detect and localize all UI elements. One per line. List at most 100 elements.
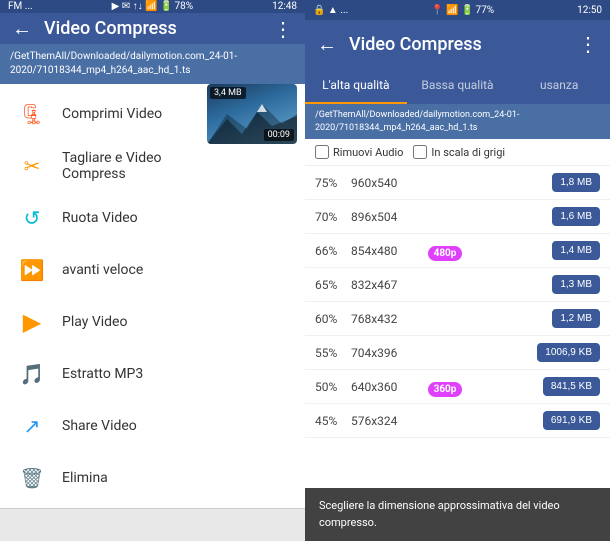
time-left: 12:48: [272, 1, 297, 12]
quality-size-button[interactable]: 691,9 KB: [543, 411, 600, 430]
status-bar-left: FM ... ▶ ✉ ↑↓ 📶 🔋 78% 12:48: [0, 0, 305, 13]
quality-res: 960x540: [351, 176, 421, 190]
quality-res: 576x324: [351, 414, 421, 428]
ad-area-left: [0, 508, 305, 541]
quality-size-button[interactable]: 1,8 MB: [552, 173, 600, 192]
grayscale-checkbox[interactable]: [413, 145, 427, 159]
back-button-right[interactable]: ←: [317, 32, 337, 57]
menu-item-compress[interactable]: 🗜 Comprimi Video 3,4 MB 00:09: [0, 88, 305, 140]
toolbar-left: ← Video Compress ⋮: [0, 13, 305, 44]
title-right: Video Compress: [349, 34, 578, 55]
quality-size-button[interactable]: 1,3 MB: [552, 275, 600, 294]
tab-bassa-qualita[interactable]: Bassa qualità: [407, 68, 509, 104]
toolbar-right: ← Video Compress ⋮: [305, 20, 610, 68]
quality-size-button[interactable]: 841,5 KB: [543, 377, 600, 396]
quality-pct: 50%: [315, 380, 345, 394]
fast-icon: ⏩: [16, 254, 48, 286]
cut-icon: ✂: [16, 150, 48, 182]
rotate-label: Ruota Video: [62, 210, 138, 226]
mp3-label: Estratto MP3: [62, 366, 143, 382]
share-icon: ↗: [16, 410, 48, 442]
play-icon: ▶: [16, 306, 48, 338]
battery-right: 77%: [476, 5, 495, 16]
options-row: Rimuovi Audio In scala di grigi: [305, 139, 610, 166]
signal-right: 📍 📶 🔋: [431, 5, 473, 16]
rotate-icon: ↺: [16, 202, 48, 234]
remove-audio-option[interactable]: Rimuovi Audio: [315, 145, 403, 159]
quality-res: 896x504: [351, 210, 421, 224]
quality-row[interactable]: 45% 576x324 691,9 KB: [305, 404, 610, 438]
quality-size-button[interactable]: 1,6 MB: [552, 207, 600, 226]
menu-item-mp3[interactable]: 🎵 Estratto MP3: [0, 348, 305, 400]
video-thumbnail: 3,4 MB 00:09: [207, 84, 297, 144]
delete-icon: 🗑: [16, 462, 48, 494]
quality-row[interactable]: 55% 704x396 1006,9 KB: [305, 336, 610, 370]
more-button-right[interactable]: ⋮: [578, 32, 598, 56]
menu-item-cut[interactable]: ✂ Tagliare e VideoCompress: [0, 140, 305, 192]
quality-row[interactable]: 60% 768x432 1,2 MB: [305, 302, 610, 336]
signal-icon: ▶ ✉ ↑↓ 📶 🔋: [112, 1, 173, 12]
menu-item-share[interactable]: ↗ Share Video: [0, 400, 305, 452]
quality-pct: 66%: [315, 244, 345, 258]
quality-pct: 65%: [315, 278, 345, 292]
quality-res: 768x432: [351, 312, 421, 326]
video-size-badge: 3,4 MB: [210, 87, 246, 99]
status-bar-right: 🔒 ▲ ... 📍 📶 🔋 77% 12:50: [305, 0, 610, 20]
carrier-left: FM ...: [8, 1, 33, 12]
status-icons-left: ▶ ✉ ↑↓ 📶 🔋 78%: [112, 1, 193, 12]
battery-left: 78%: [175, 1, 194, 12]
quality-row[interactable]: 70% 896x504 1,6 MB: [305, 200, 610, 234]
quality-size-button[interactable]: 1,4 MB: [552, 241, 600, 260]
grayscale-option[interactable]: In scala di grigi: [413, 145, 505, 159]
quality-badge: 360p: [427, 377, 463, 396]
quality-pct: 45%: [315, 414, 345, 428]
quality-res: 854x480: [351, 244, 421, 258]
quality-pct: 70%: [315, 210, 345, 224]
more-button-left[interactable]: ⋮: [273, 17, 293, 41]
quality-badge: 480p: [427, 241, 463, 260]
fast-label: avanti veloce: [62, 262, 143, 278]
menu-item-fast[interactable]: ⏩ avanti veloce: [0, 244, 305, 296]
icons-right-left: 🔒 ▲ ...: [313, 5, 348, 16]
delete-label: Elimina: [62, 470, 108, 486]
quality-pct: 55%: [315, 346, 345, 360]
status-icons-right: 📍 📶 🔋 77%: [431, 5, 494, 16]
back-button-left[interactable]: ←: [12, 16, 32, 41]
menu-list: 🗜 Comprimi Video 3,4 MB 00:09: [0, 84, 305, 508]
time-right: 12:50: [577, 5, 602, 16]
menu-item-rotate[interactable]: ↺ Ruota Video: [0, 192, 305, 244]
tooltip-bar: Scegliere la dimensione approssimativa d…: [305, 488, 610, 541]
quality-pct: 60%: [315, 312, 345, 326]
video-duration-badge: 00:09: [264, 129, 294, 141]
quality-pct: 75%: [315, 176, 345, 190]
remove-audio-checkbox[interactable]: [315, 145, 329, 159]
quality-size-button[interactable]: 1006,9 KB: [537, 343, 600, 362]
quality-row[interactable]: 75% 960x540 1,8 MB: [305, 166, 610, 200]
cut-label: Tagliare e VideoCompress: [62, 150, 162, 182]
quality-res: 704x396: [351, 346, 421, 360]
quality-res: 832x467: [351, 278, 421, 292]
menu-item-play[interactable]: ▶ Play Video: [0, 296, 305, 348]
tab-usanza[interactable]: usanza: [508, 68, 610, 104]
remove-audio-label: Rimuovi Audio: [333, 146, 403, 159]
right-panel: 🔒 ▲ ... 📍 📶 🔋 77% 12:50 ← Video Compress…: [305, 0, 610, 541]
menu-item-delete[interactable]: 🗑 Elimina: [0, 452, 305, 504]
quality-row[interactable]: 66% 854x480 480p 1,4 MB: [305, 234, 610, 268]
quality-row[interactable]: 65% 832x467 1,3 MB: [305, 268, 610, 302]
quality-row[interactable]: 50% 640x360 360p 841,5 KB: [305, 370, 610, 404]
quality-res: 640x360: [351, 380, 421, 394]
file-path-left: /GetThemAll/Downloaded/dailymotion.com_2…: [0, 44, 305, 84]
mp3-icon: 🎵: [16, 358, 48, 390]
play-label: Play Video: [62, 314, 127, 330]
share-label: Share Video: [62, 418, 137, 434]
quality-list: 75% 960x540 1,8 MB 70% 896x504 1,6 MB 66% 854x4…: [305, 166, 610, 488]
quality-size-button[interactable]: 1,2 MB: [552, 309, 600, 328]
left-panel: FM ... ▶ ✉ ↑↓ 📶 🔋 78% 12:48 ← Video Comp…: [0, 0, 305, 541]
title-left: Video Compress: [44, 18, 273, 39]
grayscale-label: In scala di grigi: [431, 146, 505, 159]
tabs: L'alta qualità Bassa qualità usanza: [305, 68, 610, 104]
compress-icon: 🗜: [16, 98, 48, 130]
tab-alta-qualita[interactable]: L'alta qualità: [305, 68, 407, 104]
file-path-right: /GetThemAll/Downloaded/dailymotion.com_2…: [305, 104, 610, 139]
compress-label: Comprimi Video: [62, 106, 162, 122]
